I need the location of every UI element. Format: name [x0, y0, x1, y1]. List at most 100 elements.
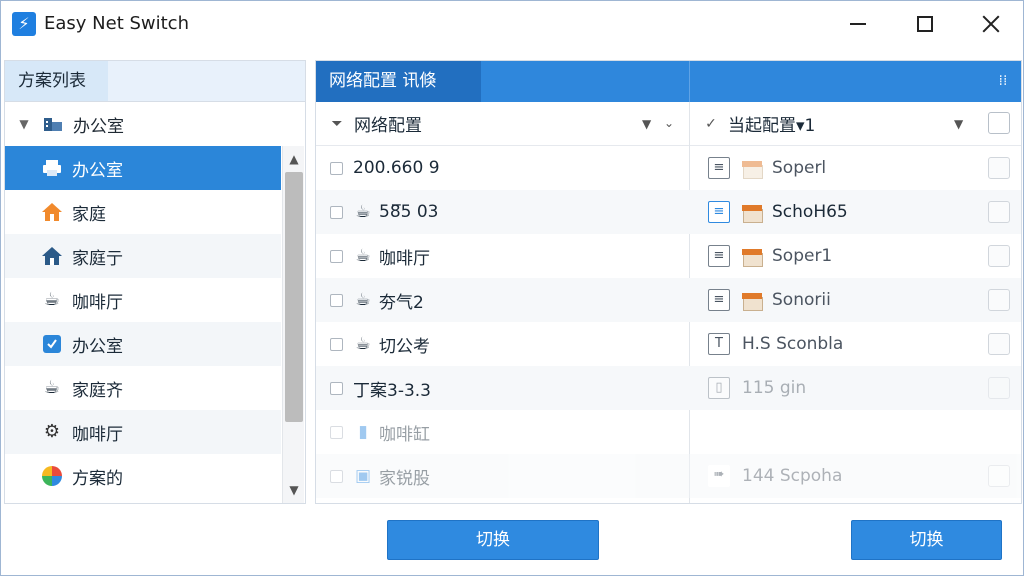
tree-root-label: 办公室	[73, 116, 124, 137]
row-select-checkbox[interactable]	[988, 465, 1010, 487]
tree-item-office[interactable]: 办公室	[5, 146, 281, 190]
tree-item-cafe[interactable]: ☕ 咖啡厅	[5, 278, 281, 322]
coffee-cup-icon: ☕	[355, 246, 371, 266]
row-select-checkbox[interactable]	[988, 289, 1010, 311]
switch-button-left[interactable]: 切换	[387, 520, 599, 560]
switch-button-right[interactable]: 切换	[851, 520, 1002, 560]
package-icon	[742, 247, 763, 267]
column-header-current-config[interactable]: ✓ 当起配置▾1 ▼	[690, 102, 1021, 146]
row-checkbox[interactable]	[330, 249, 343, 263]
row-checkbox[interactable]	[330, 469, 343, 483]
tree-item-label: 办公室	[72, 336, 123, 357]
network-config-value: 咖啡厅	[379, 248, 430, 269]
column-header-label: 当起配置▾1	[728, 116, 816, 136]
row-select-checkbox[interactable]	[988, 333, 1010, 355]
network-config-value: 58̅5 03	[379, 202, 439, 222]
network-config-value: 夯气2	[379, 292, 424, 313]
tablet-icon: ▮	[358, 422, 368, 442]
tree-root-office[interactable]: ▼ 办公室	[5, 102, 305, 146]
scheme-list-scrollbar[interactable]: ▲ ▼	[282, 146, 304, 503]
coffee-cup-icon: ☕	[355, 202, 371, 222]
scroll-thumb[interactable]	[285, 172, 303, 422]
caret-down-icon[interactable]: ▼	[17, 117, 31, 131]
package-icon	[742, 291, 763, 311]
gear-icon: ⚙	[43, 421, 61, 442]
row-checkbox[interactable]	[330, 425, 343, 439]
maximize-button[interactable]	[894, 1, 956, 47]
current-config-value: H.S Sconbla	[742, 334, 844, 354]
close-button[interactable]	[960, 1, 1022, 47]
scroll-up-icon[interactable]: ▲	[283, 148, 305, 170]
scheme-list-header: 方案列表	[5, 61, 305, 102]
column-header-label: 网络配置	[354, 116, 422, 136]
tree-item-label: 办公室	[72, 160, 123, 181]
tree-item-home-3[interactable]: ☕ 家庭齐	[5, 366, 281, 410]
table-row[interactable]: ☕ 切公考 T H.S Sconbla	[316, 322, 1021, 366]
network-config-value: 切公考	[379, 336, 430, 357]
package-icon	[742, 159, 763, 179]
row-select-checkbox[interactable]	[988, 157, 1010, 179]
chevron-down-icon[interactable]: ⌄	[664, 116, 674, 130]
home-blue-icon	[40, 244, 64, 268]
row-checkbox[interactable]	[330, 205, 343, 219]
coffee-cup-icon: ☕	[355, 334, 371, 354]
minimize-button[interactable]	[827, 1, 889, 47]
coffee-cup-icon: ☕	[43, 289, 61, 310]
tree-item-label: 家庭齐	[72, 380, 123, 401]
current-config-value: Soper1	[772, 246, 833, 266]
tree-item-label: 家庭亍	[72, 248, 123, 269]
tree-item-office-2[interactable]: 办公室	[5, 322, 281, 366]
scheme-list-tab[interactable]: 方案列表	[5, 61, 108, 101]
document-icon: T	[708, 333, 730, 355]
current-config-value: Soperl	[772, 158, 827, 178]
office-building-icon	[41, 112, 65, 136]
table-row[interactable]: ▣ 家锐股 ➠ 144 Scpoha	[316, 454, 1021, 498]
tree-item-scheme[interactable]: 方案的	[5, 454, 281, 498]
row-select-checkbox[interactable]	[988, 201, 1010, 223]
close-icon	[982, 15, 1000, 33]
colorful-pinwheel-icon	[40, 464, 64, 488]
minimize-icon	[850, 23, 866, 25]
row-checkbox[interactable]	[330, 161, 343, 175]
coffee-cup-icon: ☕	[355, 290, 371, 310]
filter-funnel-icon[interactable]: ⏷	[328, 116, 346, 132]
table-row[interactable]: ▮ 咖啡缸	[316, 410, 1021, 454]
column-header-network-config[interactable]: ⏷ 网络配置 ▼ ⌄	[316, 102, 689, 146]
tree-item-label: 咖啡厅	[72, 424, 123, 445]
tree-item-home-2[interactable]: 家庭亍	[5, 234, 281, 278]
tree-item-home[interactable]: 家庭	[5, 190, 281, 234]
current-config-value: Sonorii	[772, 290, 831, 310]
network-config-value: 丁案3-3.3	[353, 380, 431, 401]
table-row[interactable]: 200.660 9 ≡ Soperl	[316, 146, 1021, 190]
network-config-value: 家锐股	[379, 468, 430, 489]
row-checkbox[interactable]	[330, 293, 343, 307]
server-icon: ≡	[708, 245, 730, 267]
server-icon: ≡	[708, 201, 730, 223]
header-separator	[689, 61, 690, 102]
document-icon: ▯	[708, 377, 730, 399]
table-row[interactable]: ☕ 58̅5 03 ≡ SchoH65	[316, 190, 1021, 234]
scroll-down-icon[interactable]: ▼	[283, 479, 305, 501]
image-icon: ▣	[354, 466, 372, 486]
current-config-value: 144 Scpoha	[742, 466, 843, 486]
select-all-checkbox[interactable]	[988, 112, 1010, 134]
sort-filter-icon[interactable]: ▼	[642, 117, 651, 131]
current-config-value: 115 gin	[742, 378, 807, 398]
grid-toggle-icon[interactable]: ⁞⁞	[992, 70, 1014, 92]
table-row[interactable]: ☕ 夯气2 ≡ Sonorii	[316, 278, 1021, 322]
home-orange-icon	[40, 200, 64, 224]
sort-filter-icon[interactable]: ▼	[954, 117, 963, 131]
current-config-value: SchoH65	[772, 202, 848, 222]
scheme-list-panel: 方案列表 ▼ 办公室 办公室 家庭 家庭亍 ☕ 咖啡厅 办公室 ☕ 家庭齐 ⚙ …	[4, 60, 306, 504]
row-select-checkbox[interactable]	[988, 377, 1010, 399]
row-checkbox[interactable]	[330, 381, 343, 395]
network-app-icon	[40, 332, 64, 356]
row-checkbox[interactable]	[330, 337, 343, 351]
title-bar[interactable]: ⚡ Easy Net Switch	[1, 1, 1023, 47]
row-select-checkbox[interactable]	[988, 245, 1010, 267]
table-row[interactable]: ☕ 咖啡厅 ≡ Soper1	[316, 234, 1021, 278]
table-row[interactable]: 丁案3-3.3 ▯ 115 gin	[316, 366, 1021, 410]
network-config-tab[interactable]: 网络配置 讯倏	[316, 61, 481, 102]
tree-item-label: 家庭	[72, 204, 106, 225]
tree-item-cafe-2[interactable]: ⚙ 咖啡厅	[5, 410, 281, 454]
